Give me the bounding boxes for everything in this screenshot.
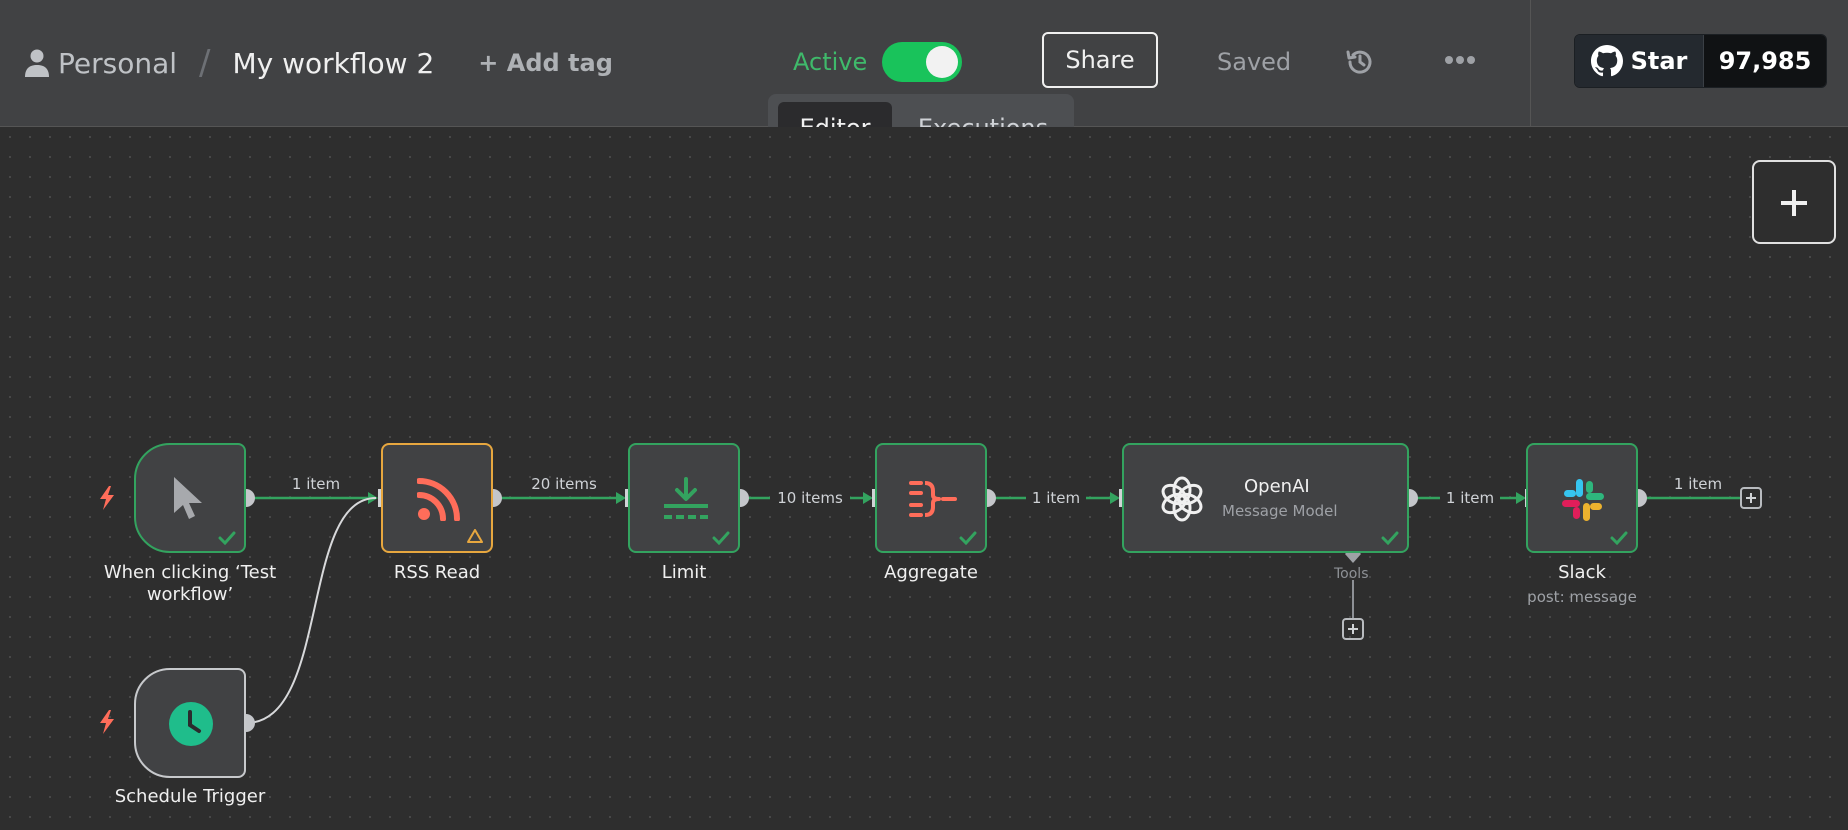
node-label-rss-read: RSS Read	[393, 562, 481, 583]
aggregate-icon	[909, 481, 957, 517]
clock-icon	[169, 702, 213, 746]
success-check-icon	[712, 531, 730, 545]
limit-icon	[664, 477, 708, 519]
arrow-head	[616, 492, 626, 504]
add-tool-button[interactable]	[1342, 618, 1364, 640]
node-manual-trigger[interactable]	[134, 443, 246, 553]
node-label-aggregate: Aggregate	[884, 562, 978, 583]
node-title-openai: OpenAI	[1244, 476, 1310, 497]
node-label-limit: Limit	[661, 562, 707, 583]
rss-icon	[417, 478, 460, 521]
node-aggregate[interactable]	[875, 443, 987, 553]
node-rss-read[interactable]	[381, 443, 493, 553]
edge-label-manual-rss: 1 item	[291, 475, 341, 493]
node-label-manual-trigger: When clicking ‘Test workflow’	[103, 562, 277, 605]
node-label-slack: Slack	[1558, 562, 1606, 583]
edge-label-limit-aggregate: 10 items	[770, 489, 850, 507]
connection-layer	[237, 489, 1740, 732]
node-label-schedule-trigger: Schedule Trigger	[114, 786, 266, 807]
edge-label-openai-slack: 1 item	[1440, 489, 1500, 507]
edge-label-rss-limit: 20 items	[531, 475, 597, 493]
node-subtitle-slack: post: message	[1527, 588, 1637, 606]
node-subtitle-openai: Message Model	[1222, 502, 1338, 520]
edge-label-slack-out: 1 item	[1673, 475, 1723, 493]
connection-schedule-rss[interactable]	[245, 497, 377, 724]
edge-label-aggregate-openai: 1 item	[1026, 489, 1086, 507]
openai-icon	[1161, 476, 1203, 522]
tools-connector-label: Tools	[1334, 566, 1369, 582]
node-limit[interactable]	[628, 443, 740, 553]
arrow-head	[1110, 492, 1120, 504]
slack-icon	[1562, 479, 1604, 521]
warning-icon	[467, 529, 483, 543]
add-next-node-button[interactable]	[1740, 487, 1762, 509]
success-check-icon	[1381, 531, 1399, 545]
trigger-bolt-icon	[100, 486, 114, 510]
success-check-icon	[959, 531, 977, 545]
arrow-head	[1516, 492, 1526, 504]
node-slack[interactable]	[1526, 443, 1638, 553]
success-check-icon	[218, 531, 236, 545]
arrow-head	[863, 492, 873, 504]
success-check-icon	[1610, 531, 1628, 545]
trigger-bolt-icon	[100, 710, 114, 734]
cursor-icon	[174, 477, 202, 519]
node-openai[interactable]	[1122, 443, 1409, 553]
node-schedule-trigger[interactable]	[134, 668, 246, 778]
